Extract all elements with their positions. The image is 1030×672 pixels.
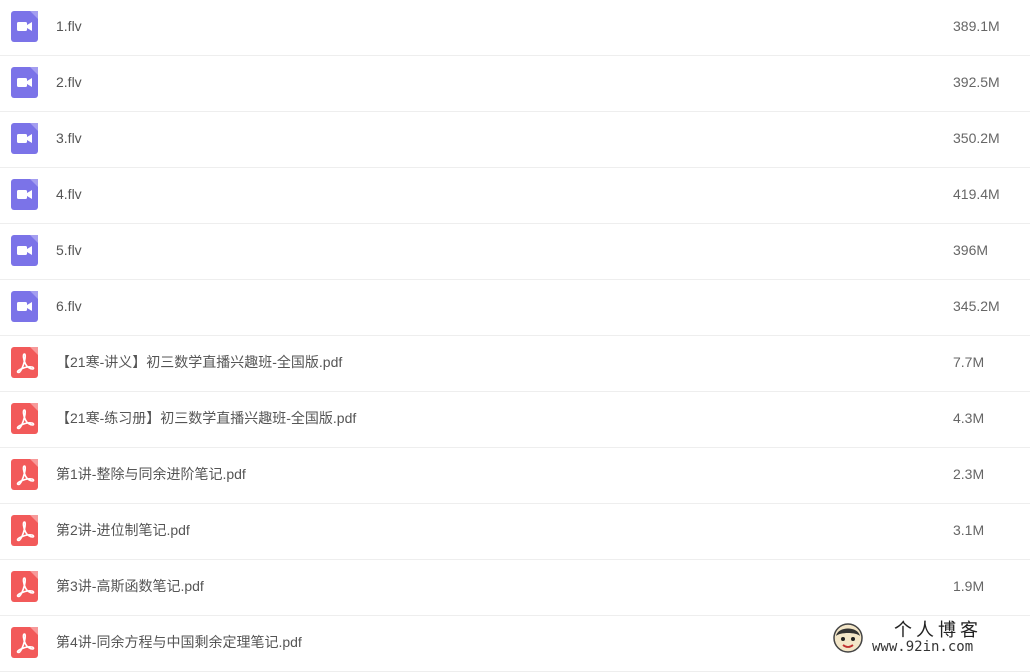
file-size: 3.1M: [953, 522, 985, 538]
file-row[interactable]: 2.flv 392.5M: [0, 56, 1030, 112]
file-row[interactable]: 4.flv 419.4M: [0, 168, 1030, 224]
file-size: 345.2M: [953, 298, 1000, 314]
pdf-file-icon: [11, 515, 38, 546]
file-name[interactable]: 【21寒-讲义】初三数学直播兴趣班-全国版.pdf: [56, 336, 342, 388]
file-row[interactable]: 【21寒-讲义】初三数学直播兴趣班-全国版.pdf 7.7M: [0, 336, 1030, 392]
watermark-avatar-icon: [832, 622, 864, 654]
watermark-url: www.92in.com: [872, 639, 974, 655]
file-size: 396M: [953, 242, 989, 258]
file-name[interactable]: 1.flv: [56, 0, 82, 52]
file-name[interactable]: 2.flv: [56, 56, 82, 108]
file-name[interactable]: 3.flv: [56, 112, 82, 164]
file-row[interactable]: 3.flv 350.2M: [0, 112, 1030, 168]
pdf-file-icon: [11, 459, 38, 490]
pdf-file-icon: [11, 403, 38, 434]
file-size: 392.5M: [953, 74, 1000, 90]
file-size: 350.2M: [953, 130, 1000, 146]
file-size: 1.9M: [953, 578, 985, 594]
video-file-icon: [11, 123, 38, 154]
pdf-file-icon: [11, 627, 38, 658]
file-size: 2.3M: [953, 466, 985, 482]
video-file-icon: [11, 235, 38, 266]
file-row[interactable]: 【21寒-练习册】初三数学直播兴趣班-全国版.pdf 4.3M: [0, 392, 1030, 448]
file-size: 7.7M: [953, 354, 985, 370]
file-row[interactable]: 1.flv 389.1M: [0, 0, 1030, 56]
file-row[interactable]: 第3讲-高斯函数笔记.pdf 1.9M: [0, 560, 1030, 616]
file-size: 419.4M: [953, 186, 1000, 202]
pdf-file-icon: [11, 347, 38, 378]
blog-watermark: 个人博客 www.92in.com: [832, 618, 1022, 658]
video-file-icon: [11, 67, 38, 98]
file-row[interactable]: 6.flv 345.2M: [0, 280, 1030, 336]
video-file-icon: [11, 179, 38, 210]
file-size: 389.1M: [953, 18, 1000, 34]
file-name[interactable]: 第3讲-高斯函数笔记.pdf: [56, 560, 204, 612]
file-row[interactable]: 第2讲-进位制笔记.pdf 3.1M: [0, 504, 1030, 560]
file-name[interactable]: 4.flv: [56, 168, 82, 220]
file-name[interactable]: 6.flv: [56, 280, 82, 332]
file-name[interactable]: 第2讲-进位制笔记.pdf: [56, 504, 190, 556]
pdf-file-icon: [11, 571, 38, 602]
file-name[interactable]: 【21寒-练习册】初三数学直播兴趣班-全国版.pdf: [56, 392, 356, 444]
file-name[interactable]: 5.flv: [56, 224, 82, 276]
file-list: 1.flv 389.1M 2.flv 392.5M 3.flv 350.2M 4…: [0, 0, 1030, 672]
video-file-icon: [11, 291, 38, 322]
file-size: 4.3M: [953, 410, 985, 426]
file-row[interactable]: 第1讲-整除与同余进阶笔记.pdf 2.3M: [0, 448, 1030, 504]
file-name[interactable]: 第4讲-同余方程与中国剩余定理笔记.pdf: [56, 616, 302, 668]
file-name[interactable]: 第1讲-整除与同余进阶笔记.pdf: [56, 448, 246, 500]
file-row[interactable]: 5.flv 396M: [0, 224, 1030, 280]
video-file-icon: [11, 11, 38, 42]
